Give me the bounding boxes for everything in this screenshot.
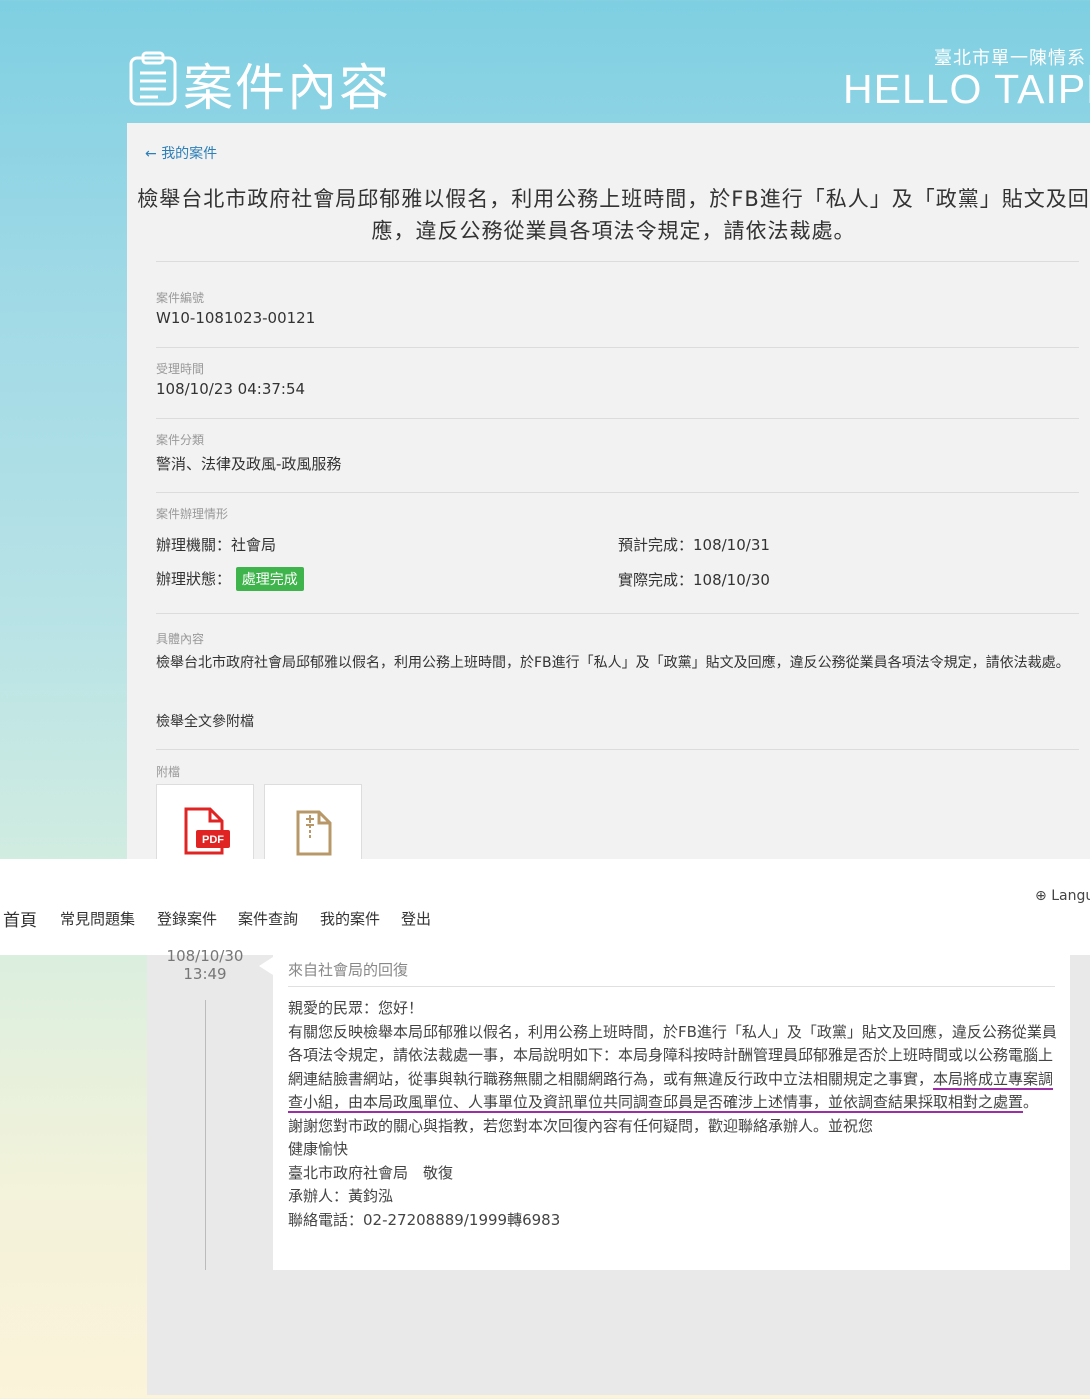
reply-time: 13:49: [183, 965, 227, 983]
language-selector[interactable]: ⊕ Langu: [1035, 888, 1090, 904]
site-brand[interactable]: HELLO TAIPE: [843, 66, 1090, 113]
reply-pointer: [259, 957, 273, 975]
case-number-value: W10-1081023-00121: [156, 309, 316, 327]
divider: [156, 749, 1079, 750]
detail-content: 檢舉台北市政府社會局邱郁雅以假名，利用公務上班時間，於FB進行「私人」及「政黨」…: [156, 655, 1070, 671]
language-label: Langu: [1051, 888, 1090, 904]
arrow-left-icon: ←: [145, 146, 157, 162]
reply-timestamp: 108/10/30 13:49: [160, 947, 250, 983]
divider: [156, 347, 1079, 348]
reply-wish: 健康愉快: [288, 1140, 349, 1158]
nav-my-cases[interactable]: 我的案件: [320, 908, 380, 929]
attachment-pdf[interactable]: PDF 20191023-01: [156, 784, 254, 860]
timeline-line: [205, 1000, 206, 1270]
status-badge: 處理完成: [235, 567, 304, 591]
reply-paragraph: 有關您反映檢舉本局邱郁雅以假名，利用公務上班時間，於FB進行「私人」及「政黨」貼…: [288, 1021, 1058, 1115]
page-title: 案件內容: [183, 59, 391, 117]
nav-faq[interactable]: 常見問題集: [60, 908, 135, 929]
page-header: 案件內容 臺北市單一陳情系 HELLO TAIPE: [0, 0, 1090, 124]
attachments-label: 附檔: [156, 765, 181, 779]
case-detail-card: ← 我的案件 檢舉台北市政府社會局邱郁雅以假名，利用公務上班時間，於FB進行「私…: [127, 123, 1090, 860]
divider: [288, 986, 1055, 987]
nav-submit-case[interactable]: 登錄案件: [157, 908, 217, 929]
reply-signature: 臺北市政府社會局 敬復: [288, 1163, 454, 1182]
status-label: 辦理狀態：: [156, 570, 232, 588]
reply-phone: 聯絡電話：02-27208889/1999轉6983: [288, 1210, 561, 1229]
case-progress-label: 案件辦理情形: [156, 507, 229, 521]
received-time-label: 受理時間: [156, 362, 205, 376]
reply-date: 108/10/30: [166, 947, 244, 965]
handling-agency: 辦理機關：社會局: [156, 536, 277, 554]
divider: [156, 613, 1079, 614]
back-to-my-cases-link[interactable]: ← 我的案件: [145, 143, 217, 163]
detail-note: 檢舉全文參附檔: [156, 714, 254, 730]
actual-completion: 實際完成：108/10/30: [618, 571, 770, 589]
zip-file-icon: [296, 810, 332, 856]
reply-handler: 承辦人：黃鈞泓: [288, 1187, 394, 1205]
case-category-value: 警消、法律及政風-政風服務: [156, 455, 342, 473]
divider: [156, 418, 1079, 419]
reply-from: 來自社會局的回復: [288, 961, 409, 979]
nav-case-query[interactable]: 案件查詢: [238, 908, 298, 929]
reply-thanks: 謝謝您對市政的關心與指教，若您對本次回復內容有任何疑問，歡迎聯絡承辦人。並祝您: [288, 1116, 874, 1135]
pdf-file-icon: PDF: [184, 807, 230, 855]
reply-greeting: 親愛的民眾：您好！: [288, 999, 424, 1017]
reply-body: 親愛的民眾：您好！ 有關您反映檢舉本局邱郁雅以假名，利用公務上班時間，於FB進行…: [288, 997, 1058, 1232]
divider: [156, 492, 1079, 493]
globe-icon: ⊕: [1035, 888, 1047, 904]
clipboard-icon: [129, 51, 177, 106]
pdf-badge: PDF: [202, 834, 224, 846]
case-heading: 檢舉台北市政府社會局邱郁雅以假名，利用公務上班時間，於FB進行「私人」及「政黨」…: [137, 187, 1090, 243]
reply-message: 來自社會局的回復 親愛的民眾：您好！ 有關您反映檢舉本局邱郁雅以假名，利用公務上…: [273, 955, 1070, 1270]
reply-para-end: 。: [1023, 1093, 1039, 1111]
received-time-value: 108/10/23 04:37:54: [156, 380, 306, 398]
main-navbar: ⊕ Langu 首頁 常見問題集 登錄案件 案件查詢 我的案件 登出: [0, 859, 1090, 955]
case-category-label: 案件分類: [156, 433, 205, 447]
nav-logout[interactable]: 登出: [401, 908, 431, 929]
back-link-label: 我的案件: [161, 146, 218, 162]
nav-home[interactable]: 首頁: [3, 906, 37, 931]
divider: [156, 261, 1079, 262]
case-number-label: 案件編號: [156, 291, 205, 305]
attachment-zip[interactable]: 20191023-01: [264, 784, 362, 860]
expected-completion: 預計完成：108/10/31: [618, 536, 770, 554]
detail-label: 具體內容: [156, 632, 205, 646]
handling-status: 辦理狀態： 處理完成: [156, 567, 304, 591]
